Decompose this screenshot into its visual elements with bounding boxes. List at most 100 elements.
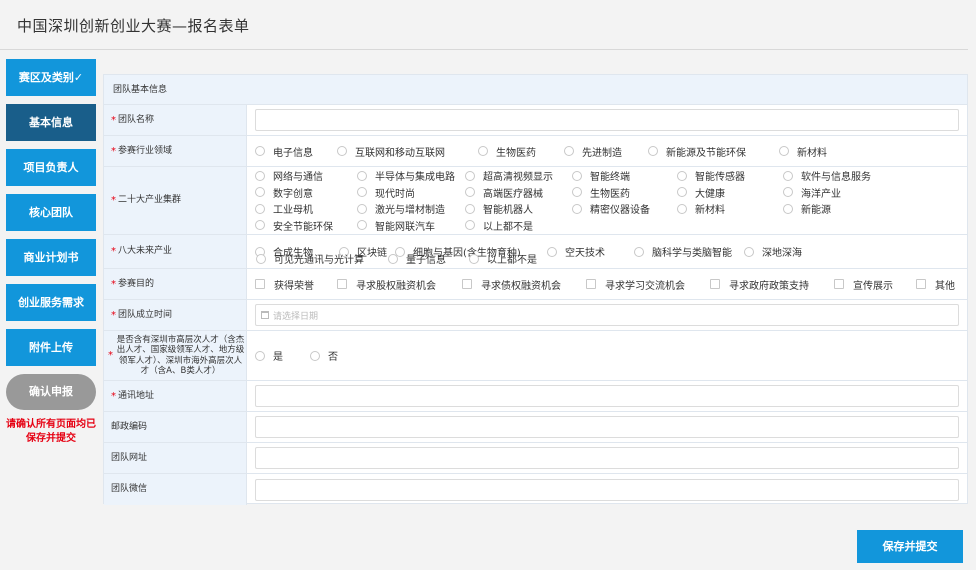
team-name-input[interactable] — [255, 109, 959, 131]
industry-option[interactable]: 互联网和移动互联网 — [337, 144, 478, 159]
checkbox[interactable] — [255, 279, 265, 289]
cluster-option[interactable]: 超高清视频显示 — [465, 168, 572, 185]
radio-button[interactable] — [783, 203, 793, 214]
industry-option[interactable]: 新材料 — [779, 144, 827, 159]
required-mark: * — [111, 309, 116, 321]
radio-button[interactable] — [783, 170, 793, 181]
radio-button[interactable] — [256, 253, 266, 264]
future-option[interactable]: 以上都不是 — [469, 251, 537, 266]
radio-button[interactable] — [677, 170, 687, 181]
radio-button[interactable] — [677, 187, 687, 198]
industry-option[interactable]: 先进制造 — [564, 144, 648, 159]
purpose-option[interactable]: 寻求债权融资机会 — [462, 277, 586, 292]
confirm-submit-button[interactable]: 确认申报 — [6, 374, 96, 410]
radio-button[interactable] — [465, 170, 475, 181]
founded-date-picker[interactable]: 请选择日期 — [255, 304, 959, 326]
checkbox[interactable] — [337, 279, 347, 289]
cluster-option[interactable]: 新材料 — [677, 201, 783, 218]
cluster-option[interactable]: 安全节能环保 — [255, 217, 357, 234]
radio-button[interactable] — [357, 203, 367, 214]
cluster-option[interactable]: 半导体与集成电路 — [357, 168, 465, 185]
future-option[interactable]: 可见光通讯与光计算 — [256, 251, 388, 266]
checkbox[interactable] — [586, 279, 596, 289]
cluster-option[interactable]: 智能网联汽车 — [357, 217, 465, 234]
checkbox[interactable] — [462, 279, 472, 289]
future-option[interactable]: 量子信息 — [388, 251, 469, 266]
cluster-option[interactable]: 海洋产业 — [783, 184, 963, 201]
postcode-input[interactable] — [255, 416, 959, 438]
cluster-option[interactable]: 现代时尚 — [357, 184, 465, 201]
radio-button[interactable] — [572, 203, 582, 214]
cluster-option[interactable]: 智能终端 — [572, 168, 677, 185]
cluster-option[interactable]: 智能传感器 — [677, 168, 783, 185]
radio-button[interactable] — [465, 203, 475, 214]
radio-button[interactable] — [255, 350, 265, 361]
radio-button[interactable] — [255, 220, 265, 231]
radio-button[interactable] — [564, 146, 574, 156]
radio-button[interactable] — [677, 203, 687, 214]
purpose-option[interactable]: 寻求股权融资机会 — [337, 277, 462, 292]
future-option[interactable]: 深地深海 — [744, 243, 963, 260]
cluster-option[interactable]: 以上都不是 — [465, 217, 572, 234]
radio-button[interactable] — [255, 203, 265, 214]
radio-button[interactable] — [469, 253, 479, 264]
cluster-option[interactable]: 精密仪器设备 — [572, 201, 677, 218]
cluster-option[interactable]: 激光与增材制造 — [357, 201, 465, 218]
radio-button[interactable] — [572, 170, 582, 181]
purpose-option[interactable]: 获得荣誉 — [255, 277, 337, 292]
checkbox[interactable] — [710, 279, 720, 289]
checkbox[interactable] — [916, 279, 926, 289]
cluster-option[interactable]: 生物医药 — [572, 184, 677, 201]
radio-button[interactable] — [337, 146, 347, 156]
website-input[interactable] — [255, 447, 959, 469]
address-input[interactable] — [255, 385, 959, 407]
future-option[interactable]: 空天技术 — [547, 243, 634, 260]
radio-button[interactable] — [357, 187, 367, 198]
radio-button[interactable] — [648, 146, 658, 156]
radio-button[interactable] — [634, 246, 644, 257]
purpose-option[interactable]: 寻求学习交流机会 — [586, 277, 710, 292]
sidebar-item-core-team[interactable]: 核心团队 — [6, 194, 96, 231]
sidebar-item-service-needs[interactable]: 创业服务需求 — [6, 284, 96, 321]
sidebar-item-region-category[interactable]: 赛区及类别✓ — [6, 59, 96, 96]
radio-button[interactable] — [465, 187, 475, 198]
cluster-option[interactable]: 软件与信息服务 — [783, 168, 963, 185]
radio-button[interactable] — [357, 220, 367, 231]
checkbox[interactable] — [834, 279, 844, 289]
purpose-option[interactable]: 其他 — [916, 277, 955, 292]
radio-button[interactable] — [388, 253, 398, 264]
radio-button[interactable] — [255, 187, 265, 198]
talent-option-no[interactable]: 否 — [310, 348, 338, 363]
radio-button[interactable] — [744, 246, 754, 257]
radio-button[interactable] — [783, 187, 793, 198]
radio-button[interactable] — [547, 246, 557, 257]
purpose-option[interactable]: 寻求政府政策支持 — [710, 277, 834, 292]
radio-button[interactable] — [572, 187, 582, 198]
industry-option[interactable]: 新能源及节能环保 — [648, 144, 779, 159]
cluster-option[interactable]: 高端医疗器械 — [465, 184, 572, 201]
radio-button[interactable] — [465, 220, 475, 231]
talent-option-yes[interactable]: 是 — [255, 348, 310, 363]
cluster-option[interactable]: 大健康 — [677, 184, 783, 201]
wechat-input[interactable] — [255, 478, 959, 501]
industry-option[interactable]: 生物医药 — [478, 144, 564, 159]
cluster-option[interactable]: 工业母机 — [255, 201, 357, 218]
sidebar-item-project-leader[interactable]: 项目负责人 — [6, 149, 96, 186]
radio-button[interactable] — [357, 170, 367, 181]
cluster-option[interactable]: 智能机器人 — [465, 201, 572, 218]
cluster-option[interactable]: 网络与通信 — [255, 168, 357, 185]
radio-button[interactable] — [255, 170, 265, 181]
purpose-option[interactable]: 宣传展示 — [834, 277, 916, 292]
radio-button[interactable] — [779, 146, 789, 156]
industry-option[interactable]: 电子信息 — [255, 144, 337, 159]
radio-button[interactable] — [255, 146, 265, 156]
sidebar-item-attachments[interactable]: 附件上传 — [6, 329, 96, 366]
sidebar-item-business-plan[interactable]: 商业计划书 — [6, 239, 96, 276]
radio-button[interactable] — [478, 146, 488, 156]
sidebar-item-basic-info[interactable]: 基本信息 — [6, 104, 96, 141]
cluster-option[interactable]: 新能源 — [783, 201, 963, 218]
cluster-option[interactable]: 数字创意 — [255, 184, 357, 201]
radio-button[interactable] — [310, 350, 320, 361]
future-option[interactable]: 脑科学与类脑智能 — [634, 243, 744, 260]
save-submit-button[interactable]: 保存并提交 — [857, 530, 963, 563]
